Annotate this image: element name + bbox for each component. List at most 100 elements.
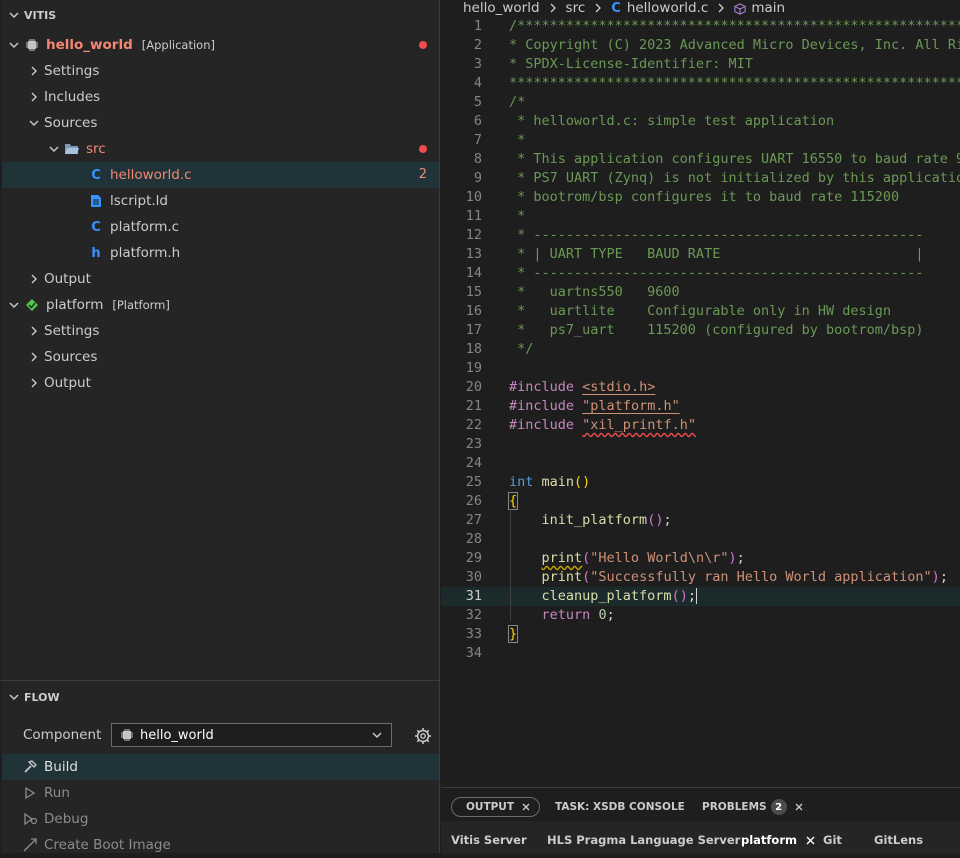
chip-icon: [24, 37, 40, 53]
flow-action-label: Build: [44, 759, 78, 775]
code-line: 5 /*: [441, 93, 960, 112]
hammer-icon: [22, 759, 38, 775]
tree-item-src[interactable]: src: [2, 136, 439, 162]
breadcrumb-item[interactable]: helloworld.c: [627, 0, 709, 16]
code-text: * PS7 UART (Zynq) is not initialized by …: [517, 170, 960, 186]
code-line: 26{: [441, 492, 960, 511]
tree-item-helloworld-c[interactable]: C helloworld.c 2: [2, 162, 439, 188]
terminal-tab-vitis-server[interactable]: Vitis Server: [451, 833, 527, 847]
panel-tab-label: TASK: XSDB CONSOLE: [555, 801, 685, 813]
flow-action-create-boot-image[interactable]: Create Boot Image: [2, 832, 439, 858]
tree-item-hello-world[interactable]: hello_world [Application]: [2, 32, 439, 58]
code-text: * This application configures UART 16550…: [509, 151, 960, 167]
chevron-down-icon: [29, 120, 39, 126]
flow-action-debug[interactable]: Debug: [2, 806, 439, 832]
code-line: 24: [441, 454, 960, 473]
section-divider: [0, 680, 440, 681]
tree-item-sources[interactable]: Sources: [2, 110, 439, 136]
flow-action-label: Create Boot Image: [44, 837, 171, 853]
line-number: 16: [465, 303, 482, 319]
folder-open-icon: [64, 141, 80, 157]
tree-item-platform-h[interactable]: h platform.h: [2, 240, 439, 266]
breadcrumb-item[interactable]: src: [566, 0, 586, 16]
platform-icon: [24, 297, 40, 313]
flow-action-run[interactable]: Run: [2, 780, 439, 806]
line-number: 7: [473, 132, 482, 148]
vitis-section-header[interactable]: VITIS: [0, 0, 440, 30]
code-token: "Successfully ran Hello World applicatio…: [590, 569, 932, 585]
code-token: #include: [509, 398, 575, 414]
terminal-tab-hls-pragma[interactable]: HLS Pragma Language Server: [547, 833, 740, 847]
chevron-right-icon: [31, 66, 37, 76]
code-line: 19: [441, 359, 960, 378]
line-number: 1: [473, 18, 482, 34]
tree-item-platform[interactable]: platform [Platform]: [2, 292, 439, 318]
boot-image-icon: [22, 837, 38, 853]
terminal-tab-gitlens[interactable]: GitLens: [874, 833, 923, 847]
code-text: * helloworld.c: simple test application: [509, 113, 835, 129]
code-line: 33}: [441, 625, 960, 644]
tab-problems[interactable]: PROBLEMS 2: [702, 797, 804, 817]
tree-item-settings[interactable]: Settings: [2, 58, 439, 84]
flow-action-label: Debug: [44, 811, 89, 827]
code-line: 18 */: [441, 340, 960, 359]
modified-dot-icon: [419, 145, 427, 153]
code-line: 25 int main(): [441, 473, 960, 492]
tree-item-label: hello_world: [46, 37, 133, 53]
line-number: 29: [465, 550, 482, 566]
flow-action-build[interactable]: Build: [2, 754, 439, 780]
breadcrumb-item[interactable]: main: [751, 0, 785, 16]
chevron-right-icon: [31, 352, 37, 362]
line-number: 28: [465, 531, 482, 547]
component-select[interactable]: hello_world: [111, 723, 392, 747]
code-line: 23: [441, 435, 960, 454]
code-line: 6 * helloworld.c: simple test applicatio…: [441, 112, 960, 131]
code-line: 21 #include "platform.h": [441, 397, 960, 416]
flow-section-header[interactable]: FLOW: [0, 682, 440, 712]
code-editor[interactable]: 1 /* *************************************…: [441, 17, 960, 677]
flow-action-label: Run: [44, 785, 70, 801]
tree-item-output[interactable]: Output: [2, 266, 439, 292]
tree-item-output[interactable]: Output: [2, 370, 439, 396]
breadcrumb-item[interactable]: hello_world: [463, 0, 540, 16]
component-select-value: hello_world: [140, 727, 214, 743]
chevron-down-icon: [9, 302, 19, 308]
tree-item-lscript-ld[interactable]: lscript.ld: [2, 188, 439, 214]
code-token: "platform.h": [582, 398, 680, 414]
tree-item-settings[interactable]: Settings: [2, 318, 439, 344]
tab-xsdb-console[interactable]: TASK: XSDB CONSOLE: [555, 797, 685, 817]
line-number: 20: [465, 379, 482, 395]
gear-icon[interactable]: [414, 727, 432, 745]
code-line: 28: [441, 530, 960, 549]
chevron-right-icon: [31, 378, 37, 388]
terminal-tab-git[interactable]: Git: [823, 833, 842, 847]
close-icon[interactable]: [805, 835, 816, 846]
code-text: ****************************************…: [509, 75, 960, 91]
tab-output[interactable]: OUTPUT: [451, 797, 540, 817]
chevron-down-icon: [9, 42, 19, 48]
tree-item-platform-c[interactable]: C platform.c: [2, 214, 439, 240]
code-token: print: [541, 550, 583, 566]
breadcrumb: hello_world src C helloworld.c main: [463, 0, 785, 16]
c-file-icon: C: [91, 167, 101, 183]
modified-dot-icon: [419, 41, 427, 49]
code-token: print: [541, 569, 583, 585]
chevron-down-icon: [372, 732, 382, 738]
terminal-tab-label: HLS Pragma Language Server: [547, 833, 741, 847]
terminal-tab-label: GitLens: [874, 833, 924, 847]
tree-item-sources[interactable]: Sources: [2, 344, 439, 370]
close-icon[interactable]: [794, 802, 804, 812]
line-number: 26: [465, 493, 482, 509]
line-number: 12: [465, 227, 482, 243]
code-text: /*: [509, 94, 526, 110]
code-line: 3 * SPDX-License-Identifier: MIT: [441, 55, 960, 74]
chevron-right-icon: [31, 326, 37, 336]
component-label: Component: [23, 727, 102, 743]
terminal-tab-platform[interactable]: platform: [741, 833, 816, 847]
close-icon[interactable]: [521, 802, 531, 812]
chevron-down-icon: [9, 694, 19, 700]
code-line: 12 * -----------------------------------…: [441, 226, 960, 245]
line-number: 5: [473, 94, 482, 110]
tree-item-includes[interactable]: Includes: [2, 84, 439, 110]
tree-item-label: Settings: [44, 63, 100, 79]
